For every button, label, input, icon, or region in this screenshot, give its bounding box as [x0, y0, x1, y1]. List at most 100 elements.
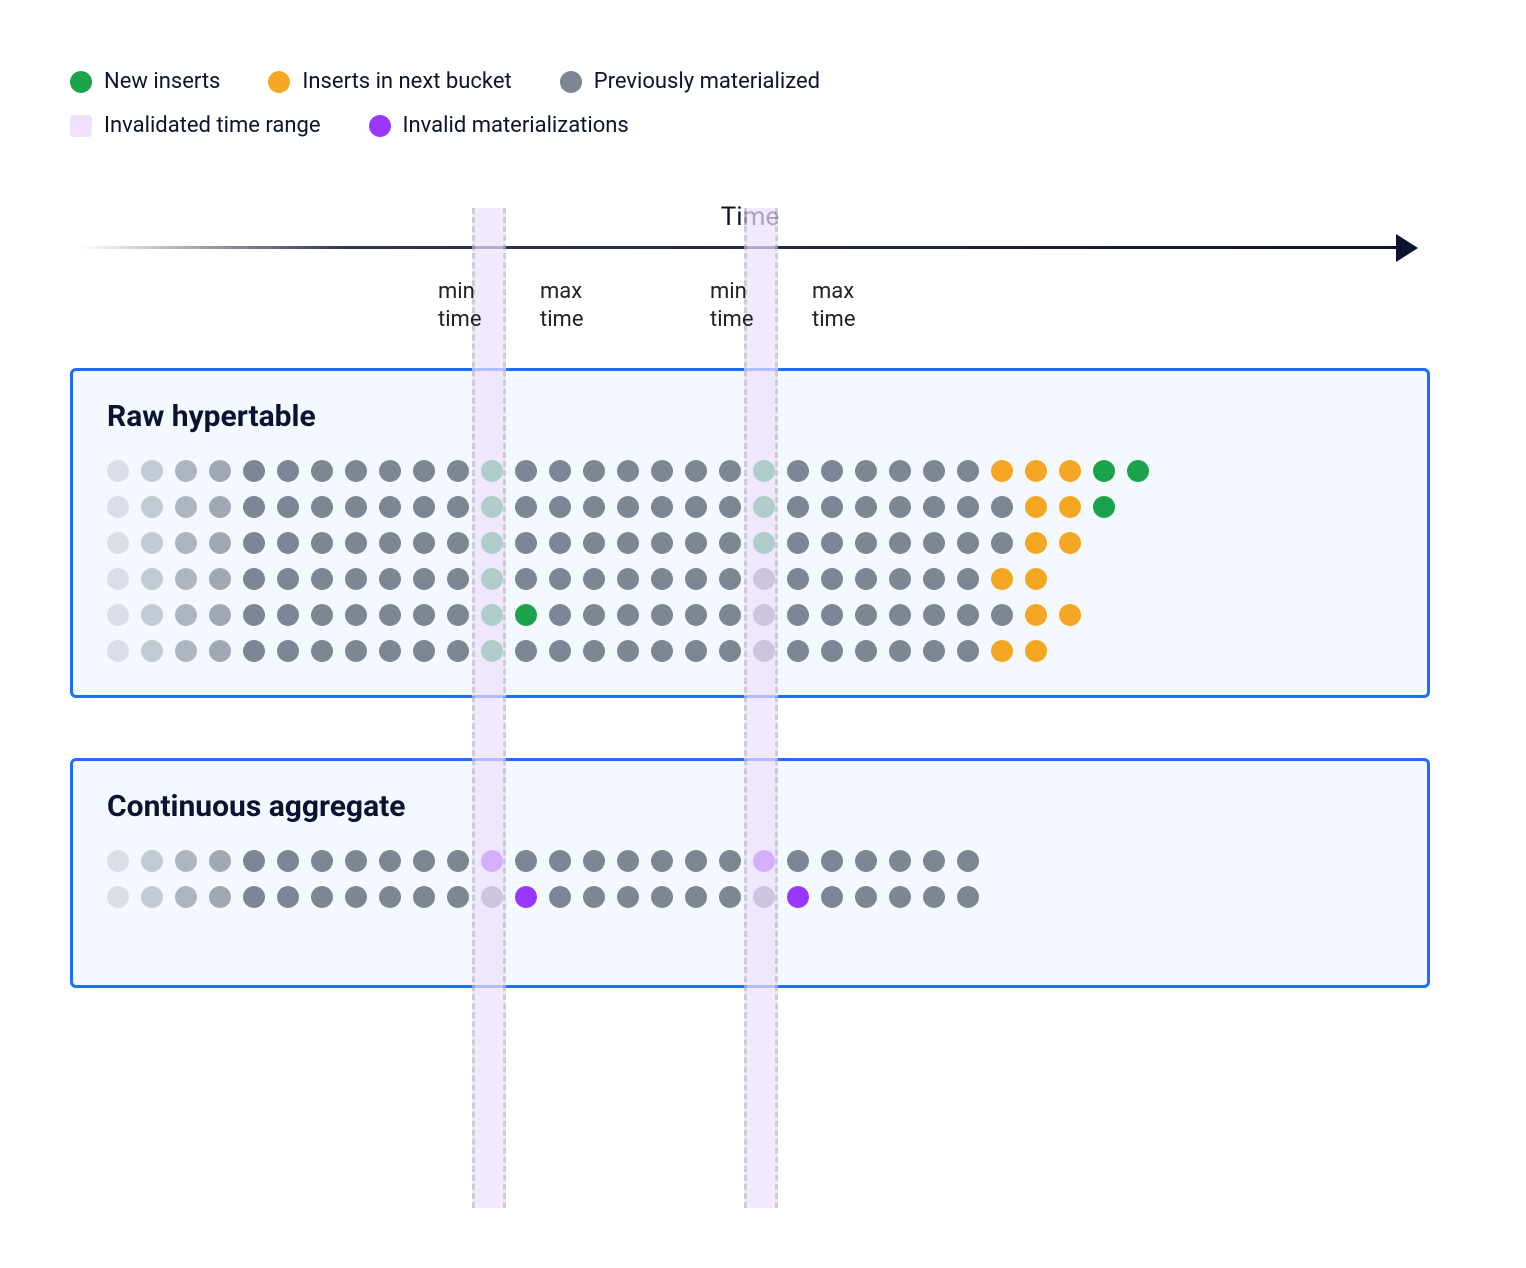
dot-icon: [787, 460, 809, 482]
dot-icon: [821, 460, 843, 482]
dot-icon: [719, 640, 741, 662]
dot-icon: [855, 532, 877, 554]
dot-icon: [268, 71, 290, 93]
dot-icon: [923, 886, 945, 908]
dot-icon: [209, 496, 231, 518]
dot-icon: [889, 886, 911, 908]
dot-icon: [855, 460, 877, 482]
dot-icon: [719, 604, 741, 626]
invalidated-band: [472, 208, 506, 1208]
dot-icon: [549, 886, 571, 908]
dot-icon: [685, 850, 707, 872]
dot-icon: [583, 460, 605, 482]
dot-icon: [209, 640, 231, 662]
dot-icon: [447, 460, 469, 482]
dot-icon: [617, 568, 639, 590]
dot-icon: [855, 640, 877, 662]
dot-icon: [821, 886, 843, 908]
dot-icon: [821, 496, 843, 518]
dot-icon: [957, 886, 979, 908]
dot-icon: [311, 568, 333, 590]
dot-icon: [889, 604, 911, 626]
axis-tick: max time: [540, 278, 620, 334]
dot-icon: [107, 568, 129, 590]
dot-icon: [651, 496, 673, 518]
dot-icon: [787, 604, 809, 626]
dot-icon: [107, 850, 129, 872]
invalidated-band: [744, 208, 778, 1208]
dot-icon: [141, 532, 163, 554]
dot-icon: [549, 496, 571, 518]
legend-label: Invalid materializations: [403, 104, 629, 148]
dot-icon: [413, 568, 435, 590]
dot-icon: [141, 640, 163, 662]
dot-icon: [141, 496, 163, 518]
dot-icon: [1059, 532, 1081, 554]
dot-icon: [651, 604, 673, 626]
dot-icon: [685, 532, 707, 554]
dot-icon: [369, 115, 391, 137]
dot-icon: [175, 532, 197, 554]
dot-icon: [889, 850, 911, 872]
dot-icon: [719, 850, 741, 872]
dot-icon: [957, 604, 979, 626]
dot-icon: [855, 496, 877, 518]
dot-icon: [447, 604, 469, 626]
dot-icon: [447, 850, 469, 872]
dot-icon: [379, 496, 401, 518]
dot-icon: [209, 460, 231, 482]
dot-icon: [923, 850, 945, 872]
dot-icon: [277, 568, 299, 590]
dot-icon: [651, 640, 673, 662]
dot-icon: [617, 532, 639, 554]
dot-icon: [787, 568, 809, 590]
dot-icon: [1093, 460, 1115, 482]
dot-icon: [991, 604, 1013, 626]
dot-icon: [583, 532, 605, 554]
dot-icon: [515, 886, 537, 908]
dot-icon: [821, 640, 843, 662]
dot-icon: [277, 496, 299, 518]
dot-icon: [413, 460, 435, 482]
dot-icon: [175, 496, 197, 518]
dot-icon: [855, 850, 877, 872]
dot-icon: [413, 640, 435, 662]
dot-icon: [549, 532, 571, 554]
dot-icon: [855, 568, 877, 590]
dot-icon: [311, 460, 333, 482]
dot-icon: [175, 604, 197, 626]
dot-icon: [1025, 640, 1047, 662]
legend-item-invalid-materializations: Invalid materializations: [369, 104, 629, 148]
dot-icon: [583, 640, 605, 662]
dot-icon: [889, 532, 911, 554]
dot-icon: [447, 886, 469, 908]
dot-icon: [379, 886, 401, 908]
dot-icon: [243, 496, 265, 518]
dot-icon: [1059, 496, 1081, 518]
dot-icon: [277, 460, 299, 482]
dot-icon: [583, 568, 605, 590]
dot-icon: [617, 460, 639, 482]
legend-item-invalidated-range: Invalidated time range: [70, 104, 321, 148]
dot-icon: [787, 886, 809, 908]
dot-icon: [957, 460, 979, 482]
dot-icon: [923, 460, 945, 482]
dot-icon: [957, 496, 979, 518]
dot-icon: [991, 640, 1013, 662]
dot-icon: [311, 604, 333, 626]
dot-icon: [209, 532, 231, 554]
dot-icon: [345, 640, 367, 662]
dot-icon: [107, 532, 129, 554]
dot-icon: [719, 886, 741, 908]
dot-icon: [379, 532, 401, 554]
dot-icon: [923, 640, 945, 662]
dot-icon: [107, 496, 129, 518]
dot-icon: [1025, 496, 1047, 518]
dot-icon: [957, 568, 979, 590]
dot-icon: [991, 496, 1013, 518]
dot-icon: [515, 604, 537, 626]
dot-icon: [277, 604, 299, 626]
dot-icon: [651, 568, 673, 590]
dot-icon: [447, 496, 469, 518]
dot-icon: [447, 640, 469, 662]
